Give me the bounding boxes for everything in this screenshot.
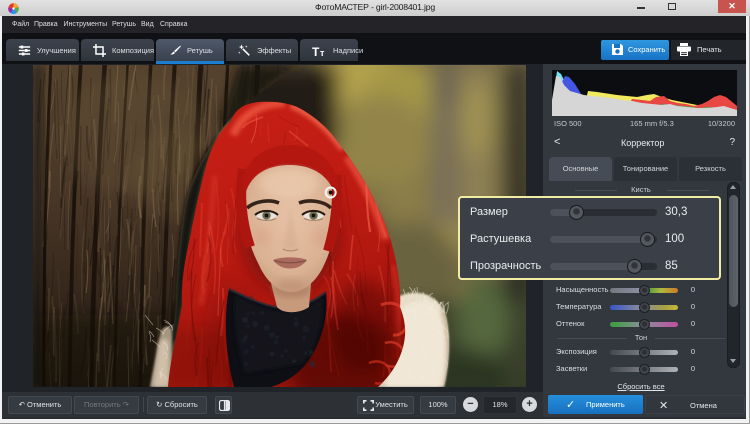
svg-text:т: т [320,48,325,58]
svg-text:T: T [312,45,320,59]
